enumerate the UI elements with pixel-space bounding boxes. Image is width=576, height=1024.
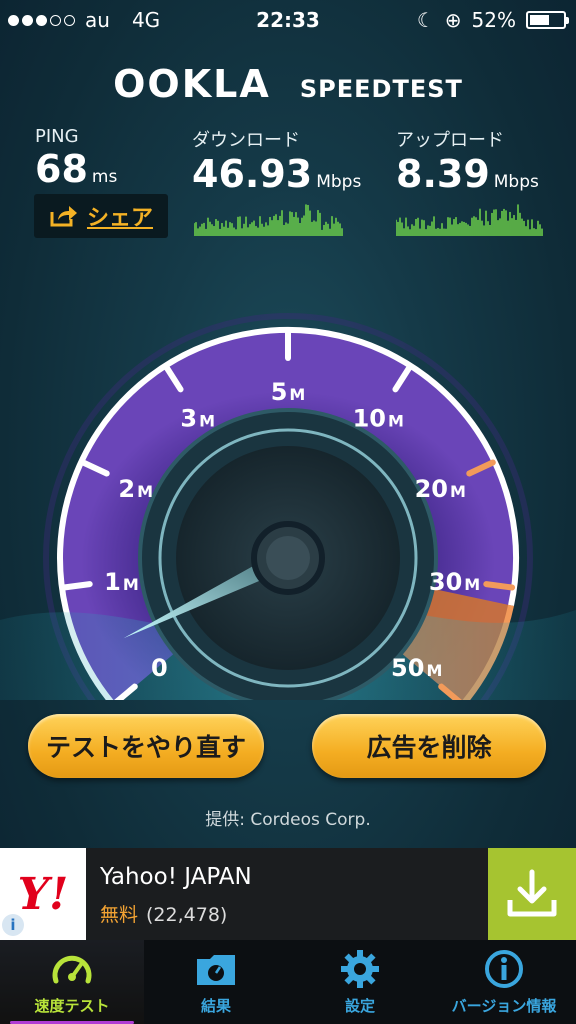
share-button[interactable]: シェア — [34, 194, 168, 238]
tab-settings[interactable]: 設定 — [288, 940, 432, 1024]
ad-app-name: Yahoo! JAPAN — [100, 864, 252, 890]
brand-name: OOKLA — [113, 62, 271, 106]
ping-value: 68 — [35, 147, 88, 191]
product-name: SPEEDTEST — [299, 75, 463, 103]
remove-ads-button[interactable]: 広告を削除 — [312, 714, 546, 778]
upload-label: アップロード — [396, 130, 504, 151]
ad-review-count: (22,478) — [146, 904, 228, 926]
tab-settings-label: 設定 — [344, 997, 375, 1015]
upload-value: 8.39 — [396, 152, 490, 196]
ping-unit: ms — [91, 167, 118, 187]
ad-price: 無料 — [100, 904, 139, 926]
gear-icon — [341, 950, 379, 988]
gauge-dial — [0, 313, 576, 700]
tab-results-label: 結果 — [200, 997, 231, 1015]
ad-banner[interactable]: Y! i Yahoo! JAPAN 無料 (22,478) — [0, 848, 576, 940]
gauge-tick — [483, 581, 516, 591]
moon-icon: ☾ — [416, 8, 435, 32]
battery-icon — [526, 11, 569, 29]
download-icon — [507, 869, 557, 917]
ping-metric: PING 68 ms — [35, 126, 117, 191]
ad-download-button[interactable] — [488, 848, 576, 940]
share-label: シェア — [86, 206, 153, 231]
download-unit: Mbps — [316, 172, 362, 192]
ad-info-icon[interactable]: i — [2, 914, 24, 936]
tab-speed-test-label: 速度テスト — [34, 997, 110, 1015]
upload-unit: Mbps — [493, 172, 539, 192]
tab-version-info-label: バージョン情報 — [451, 997, 557, 1015]
battery-percent: 52% — [471, 8, 516, 32]
tick-label-0: 0 — [151, 654, 168, 682]
tab-version-info[interactable]: バージョン情報 — [432, 940, 576, 1024]
gauge-tick — [60, 581, 93, 591]
tab-speed-test[interactable]: 速度テスト — [0, 940, 144, 1024]
upload-metric: アップロード 8.39 Mbps — [396, 126, 539, 196]
status-bar: au 4G 22:33 ☾ ⊕ 52% — [0, 0, 576, 40]
download-value: 46.93 — [192, 152, 313, 196]
upload-sparkline — [396, 204, 543, 236]
share-icon — [50, 206, 77, 227]
app-logo: OOKLA SPEEDTEST — [0, 62, 576, 106]
orientation-lock-icon: ⊕ — [444, 8, 462, 32]
retry-test-button[interactable]: テストをやり直す — [28, 714, 264, 778]
download-metric: ダウンロード 46.93 Mbps — [192, 126, 361, 196]
ping-label: PING — [35, 126, 79, 147]
download-label: ダウンロード — [192, 130, 300, 151]
tab-results[interactable]: 結果 — [144, 940, 288, 1024]
download-sparkline — [194, 204, 343, 236]
folder-icon — [197, 955, 235, 985]
provider-credit: 提供: Cordeos Corp. — [205, 810, 371, 830]
info-icon — [485, 950, 523, 988]
tab-bar: 速度テスト 結果 設定 バージョン情報 — [0, 940, 576, 1024]
speedometer-icon — [52, 955, 92, 984]
speed-gauge: 0 1M 2M 3M 5M 10 M 20 M 30 M 50 M — [0, 313, 576, 700]
